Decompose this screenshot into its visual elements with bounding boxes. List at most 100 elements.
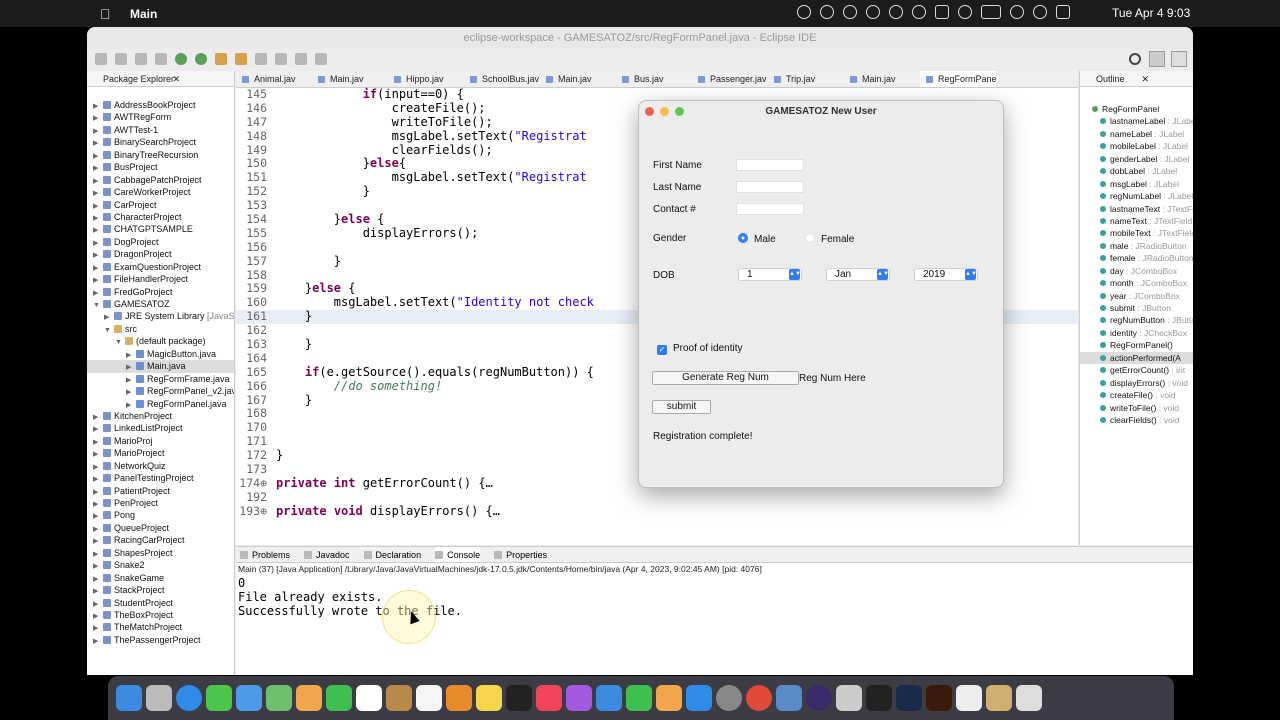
tree-item[interactable]: ▶ CHATGPTSAMPLE bbox=[87, 223, 234, 235]
chevron-right-icon[interactable]: ▶ bbox=[93, 138, 103, 148]
outline-item[interactable]: submit : JButton bbox=[1080, 302, 1193, 314]
chevron-right-icon[interactable]: ▶ bbox=[93, 101, 103, 111]
terminal-icon[interactable] bbox=[866, 685, 892, 711]
play-icon[interactable] bbox=[889, 5, 903, 19]
female-radio[interactable]: Female bbox=[805, 233, 854, 245]
tree-item[interactable]: ▶ SnakeGame bbox=[87, 572, 234, 584]
reminders-icon[interactable] bbox=[416, 685, 442, 711]
chevron-right-icon[interactable]: ▶ bbox=[126, 387, 136, 397]
chevron-right-icon[interactable]: ▶ bbox=[93, 188, 103, 198]
console-tab[interactable]: Declaration bbox=[363, 547, 421, 562]
chevron-right-icon[interactable]: ▶ bbox=[93, 462, 103, 472]
python-icon[interactable] bbox=[776, 685, 802, 711]
tree-item[interactable]: ▶ CabbagePatchProject bbox=[87, 174, 234, 186]
editor-tab[interactable]: Passenger.jav bbox=[692, 71, 768, 87]
eclipse-icon[interactable] bbox=[806, 685, 832, 711]
trash-icon[interactable] bbox=[1016, 685, 1042, 711]
tree-item[interactable]: ▶ Main.java bbox=[87, 360, 234, 373]
tree-item[interactable]: ▼ (default package) bbox=[87, 335, 234, 347]
preview-icon[interactable] bbox=[836, 685, 862, 711]
male-radio[interactable]: Male bbox=[738, 233, 776, 245]
debug-icon[interactable] bbox=[155, 53, 167, 65]
chevron-right-icon[interactable]: ▶ bbox=[93, 275, 103, 285]
apple-logo-icon[interactable]:  bbox=[100, 6, 116, 22]
tree-item[interactable]: ▶ TheMatchProject bbox=[87, 621, 234, 633]
messages-icon[interactable] bbox=[206, 685, 232, 711]
tree-item[interactable]: ▶ RegFormPanel_v2.jav bbox=[87, 385, 234, 397]
wifi-share-icon[interactable] bbox=[820, 5, 834, 19]
chevron-right-icon[interactable]: ▶ bbox=[93, 288, 103, 298]
chevron-right-icon[interactable]: ▶ bbox=[93, 437, 103, 447]
radio-unselected-icon[interactable] bbox=[805, 233, 815, 243]
tree-item[interactable]: ▶ DragonProject bbox=[87, 248, 234, 260]
tree-item[interactable]: ▶ RacingCarProject bbox=[87, 534, 234, 546]
close-icon[interactable]: ✕ bbox=[1141, 71, 1149, 87]
new-icon[interactable] bbox=[95, 53, 107, 65]
chevron-right-icon[interactable]: ▶ bbox=[126, 400, 136, 410]
photoshop-icon[interactable] bbox=[896, 685, 922, 711]
console-tab[interactable]: Problems bbox=[240, 547, 290, 562]
moon-icon[interactable] bbox=[912, 5, 926, 19]
chevron-right-icon[interactable]: ▶ bbox=[126, 350, 136, 360]
tree-item[interactable]: ▶ QueueProject bbox=[87, 522, 234, 534]
console-tab[interactable]: Javadoc bbox=[304, 547, 350, 562]
search-icon[interactable] bbox=[1129, 53, 1141, 65]
outline-item[interactable]: lastnameLabel : JLabel bbox=[1080, 115, 1193, 127]
close-icon[interactable]: ✕ bbox=[172, 71, 180, 87]
outline-item[interactable]: createFile() : void bbox=[1080, 389, 1193, 401]
outline-item[interactable]: male : JRadioButton bbox=[1080, 240, 1193, 252]
chevron-down-icon[interactable]: ▼ bbox=[104, 325, 114, 335]
chevron-right-icon[interactable]: ▶ bbox=[93, 176, 103, 186]
system-settings-icon[interactable] bbox=[716, 685, 742, 711]
chevron-right-icon[interactable]: ▶ bbox=[126, 375, 136, 385]
tree-item[interactable]: ▶ MagicButton.java bbox=[87, 348, 234, 360]
outline-item[interactable]: getErrorCount() : int bbox=[1080, 364, 1193, 376]
chrome-icon[interactable] bbox=[746, 685, 772, 711]
zoom-window-icon[interactable] bbox=[675, 107, 684, 116]
annotation-icon[interactable] bbox=[275, 53, 287, 65]
console-output[interactable]: 0 File already exists. Successfully wrote … bbox=[236, 576, 1193, 618]
tree-item[interactable]: ▶ RegFormPanel.java bbox=[87, 398, 234, 410]
chevron-right-icon[interactable]: ▶ bbox=[93, 636, 103, 646]
outline-item[interactable]: mobileText : JTextField bbox=[1080, 227, 1193, 239]
chevron-right-icon[interactable]: ▶ bbox=[93, 499, 103, 509]
outline-item[interactable]: year : JComboBox bbox=[1080, 290, 1193, 302]
tree-item[interactable]: ▶ CharacterProject bbox=[87, 211, 234, 223]
tree-item[interactable]: ▶ CareWorkerProject bbox=[87, 186, 234, 198]
outline-item[interactable]: nameLabel : JLabel bbox=[1080, 128, 1193, 140]
tree-item[interactable]: ▶ TheBoxProject bbox=[87, 609, 234, 621]
chevron-down-icon[interactable]: ▼ bbox=[115, 337, 125, 347]
keyboard-input-icon[interactable] bbox=[935, 5, 949, 19]
control-center-icon[interactable] bbox=[1056, 5, 1070, 19]
year-select[interactable]: 2019 ▲▼ bbox=[914, 268, 978, 281]
run-icon[interactable] bbox=[175, 53, 187, 65]
tree-item[interactable]: ▶ FileHandlerProject bbox=[87, 273, 234, 285]
chevron-right-icon[interactable]: ▶ bbox=[93, 511, 103, 521]
apple-tv-icon[interactable] bbox=[506, 685, 532, 711]
outline-item[interactable]: identity : JCheckBox bbox=[1080, 327, 1193, 339]
editor-tab[interactable]: RegFormPanel.j bbox=[920, 71, 996, 87]
console-tab[interactable]: Properties bbox=[494, 547, 547, 562]
chevron-right-icon[interactable]: ▶ bbox=[93, 586, 103, 596]
contact-field[interactable] bbox=[736, 203, 804, 215]
music-icon[interactable] bbox=[536, 685, 562, 711]
outline-item[interactable]: msgLabel : JLabel bbox=[1080, 178, 1193, 190]
finder-icon[interactable] bbox=[116, 685, 142, 711]
outline-item[interactable]: regNumButton : JButton bbox=[1080, 314, 1193, 326]
generate-reg-num-button[interactable]: Generate Reg Num bbox=[652, 371, 799, 385]
tree-item[interactable]: ▶ PenProject bbox=[87, 497, 234, 509]
day-select[interactable]: 1 ▲▼ bbox=[738, 268, 802, 281]
tree-item[interactable]: ▶ JRE System Library [JavaSE bbox=[87, 310, 234, 322]
tree-item[interactable]: ▶ AWTRegForm bbox=[87, 111, 234, 123]
archive-icon[interactable] bbox=[986, 685, 1012, 711]
tree-item[interactable]: ▶ MarioProj bbox=[87, 435, 234, 447]
chevron-right-icon[interactable]: ▶ bbox=[93, 474, 103, 484]
chevron-right-icon[interactable]: ▶ bbox=[93, 623, 103, 633]
chevron-right-icon[interactable]: ▶ bbox=[93, 151, 103, 161]
tree-item[interactable]: ▶ LinkedListProject bbox=[87, 422, 234, 434]
numbers-icon[interactable] bbox=[626, 685, 652, 711]
chevron-right-icon[interactable]: ▶ bbox=[93, 449, 103, 459]
chevron-right-icon[interactable]: ▶ bbox=[93, 238, 103, 248]
mail-icon[interactable] bbox=[236, 685, 262, 711]
outline-item[interactable]: nameText : JTextField bbox=[1080, 215, 1193, 227]
